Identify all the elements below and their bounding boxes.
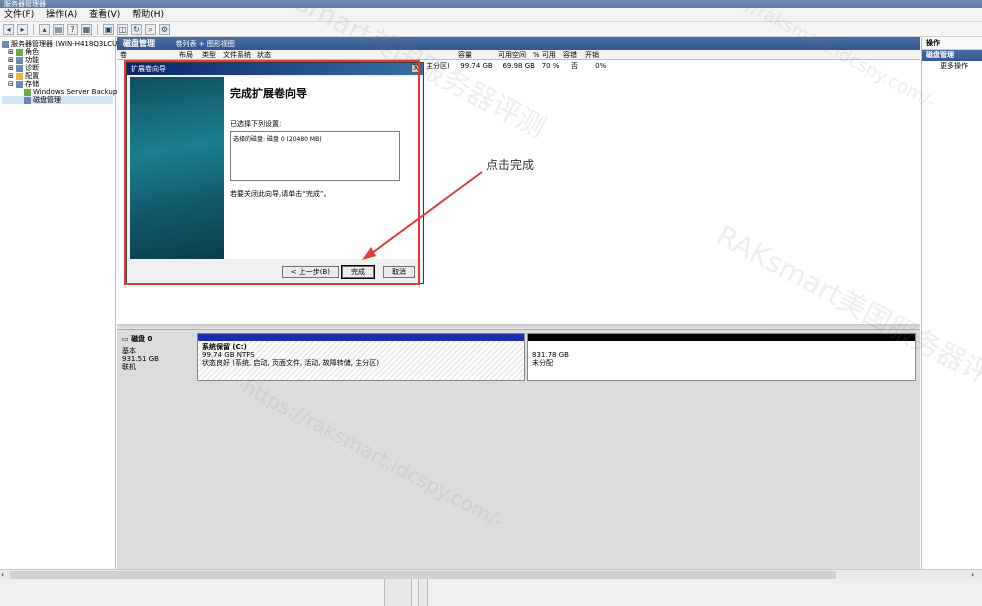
partition-system-bar [198,334,524,341]
open-icon[interactable]: ◫ [117,23,128,35]
cancel-button[interactable]: 取消 [383,266,415,278]
selected-settings-value: 选择的磁盘: 磁盘 0 (20480 MB) [233,136,322,143]
actions-more[interactable]: 更多操作 [922,61,982,72]
scroll-thumb[interactable] [10,571,836,579]
volume-list-header: 卷 布局 类型 文件系统 状态 容量 可用空间 % 可用 容错 开销 [117,50,920,60]
wizard-heading: 完成扩展卷向导 [230,87,307,100]
partition-system-name: 系统保留 (C:) [202,343,247,351]
dialog-titlebar: 扩展卷向导 X [127,63,423,75]
table-row[interactable]: 主分区) 99.74 GB 69.98 GB 70 % 否 0% [426,61,606,71]
dialog-button-row: < 上一步(B) 完成 取消 [127,260,423,284]
storage-icon [16,80,24,88]
tree-item-disk-management[interactable]: 磁盘管理 [2,96,113,104]
col-capacity[interactable]: 容量 [458,50,472,60]
partition-system-size: 99.74 GB NTFS [202,351,255,359]
selected-settings-box[interactable]: 选择的磁盘: 磁盘 0 (20480 MB) [230,131,400,181]
partition-system[interactable]: 系统保留 (C:) 99.74 GB NTFS 状态良好 (系统, 启动, 页面… [197,333,525,381]
partition-unallocated-size: 831.78 GB [532,351,569,359]
up-folder-icon[interactable]: ▴ [39,23,50,35]
col-layout[interactable]: 布局 [179,50,193,60]
disk-name: 磁盘 0 [131,335,153,343]
menu-action[interactable]: 操作(A) [46,10,77,20]
col-volume[interactable]: 卷 [120,50,127,60]
tree-item-diagnostics[interactable]: ⊞ 诊断 [2,64,113,72]
taskbar-item[interactable] [384,579,412,606]
partition-unallocated-label: 未分配 [532,359,553,367]
console-icon[interactable]: ▦ [81,23,92,35]
menu-help[interactable]: 帮助(H) [132,10,164,20]
refresh-icon[interactable]: ↻ [131,23,142,35]
window-title: 服务器管理器 [4,0,46,8]
cell-pct: 70 % [541,62,560,70]
tree-root[interactable]: 服务器管理器 (WIN-H418Q3LCU8) [2,40,124,48]
cell-overhead: 0% [595,62,607,70]
cell-capacity: 99.74 GB [460,62,493,70]
tree-item-configuration[interactable]: ⊞ 配置 [2,72,113,80]
actions-pane: 操作 磁盘管理 更多操作 [921,37,982,570]
partition-system-status: 状态良好 (系统, 启动, 页面文件, 活动, 故障转储, 主分区) [202,359,379,367]
back-icon[interactable]: ◂ [3,23,14,35]
toolbar-separator [33,23,34,35]
partition-unallocated-bar [528,334,915,341]
disk-management-icon [24,96,31,104]
extend-volume-wizard-dialog: 扩展卷向导 X 完成扩展卷向导 已选择下列设置: 选择的磁盘: 磁盘 0 (20… [126,62,424,284]
server-icon [2,40,9,48]
disk-size: 931.51 GB [122,355,159,363]
cell-status: 主分区) [426,62,450,70]
back-button[interactable]: < 上一步(B) [281,266,339,278]
toolbar: ◂ ▸ ▴ ▤ ? ▦ ▣ ◫ ↻ ⌕ ⚙ [0,22,982,37]
pane-header: 磁盘管理 卷列表 + 图形视图 [117,37,920,50]
menu-file[interactable]: 文件(F) [4,10,34,20]
settings-icon[interactable]: ⚙ [159,23,170,35]
pane-view-mode: 卷列表 + 图形视图 [175,40,235,48]
disk-icon: ▭ [122,335,129,343]
selected-settings-label: 已选择下列设置: [230,120,282,128]
disk-state: 联机 [122,363,136,371]
navigation-tree: 服务器管理器 (WIN-H418Q3LCU8) ⊞ 角色 ⊞ 功能 ⊞ 诊断 ⊞… [0,37,124,570]
close-icon[interactable]: X [411,64,421,73]
backup-icon [24,88,31,96]
horizontal-scrollbar[interactable]: ‹ › [0,569,982,579]
tree-item-roles[interactable]: ⊞ 角色 [2,48,113,56]
col-pct[interactable]: % 可用 [533,50,556,60]
roles-icon [16,48,24,56]
annotation-text: 点击完成 [486,158,535,172]
properties-icon[interactable]: ▣ [103,23,114,35]
actions-title: 操作 [922,37,982,50]
tree-item-backup[interactable]: Windows Server Backup [2,88,117,96]
features-icon [16,56,24,64]
wizard-banner-image [130,77,224,259]
help-icon[interactable]: ? [67,23,78,35]
col-free[interactable]: 可用空间 [498,50,526,60]
search-icon[interactable]: ⌕ [145,23,156,35]
configuration-icon [16,72,24,80]
tree-item-storage[interactable]: ⊟ 存储 [2,80,113,88]
col-status[interactable]: 状态 [257,50,271,60]
taskbar [0,579,982,606]
finish-button[interactable]: 完成 [341,265,375,279]
toolbar-separator [97,23,98,35]
disk-type: 基本 [122,347,136,355]
col-type[interactable]: 类型 [202,50,216,60]
actions-section-disk-management[interactable]: 磁盘管理 [922,50,982,61]
wizard-body: 完成扩展卷向导 已选择下列设置: 选择的磁盘: 磁盘 0 (20480 MB) … [224,77,422,259]
show-tree-icon[interactable]: ▤ [53,23,64,35]
cell-ft: 否 [570,62,578,70]
col-filesystem[interactable]: 文件系统 [223,50,251,60]
window-titlebar: 服务器管理器 [0,0,982,8]
forward-icon[interactable]: ▸ [17,23,28,35]
cell-free: 69.98 GB [502,62,535,70]
diagnostics-icon [16,64,24,72]
col-ft[interactable]: 容错 [563,50,577,60]
disk-info[interactable]: ▭ 磁盘 0 基本 931.51 GB 联机 [119,333,195,381]
pane-title: 磁盘管理 [123,39,155,48]
partition-unallocated[interactable]: 831.78 GB 未分配 [527,333,916,381]
dialog-title: 扩展卷向导 [131,65,166,73]
menu-bar: 文件(F) 操作(A) 查看(V) 帮助(H) [0,8,982,22]
menu-view[interactable]: 查看(V) [89,10,120,20]
taskbar-item[interactable] [418,579,428,606]
finish-hint: 若要关闭此向导,请单击“完成”。 [230,190,331,198]
col-overhead[interactable]: 开销 [585,50,599,60]
tree-item-features[interactable]: ⊞ 功能 [2,56,113,64]
